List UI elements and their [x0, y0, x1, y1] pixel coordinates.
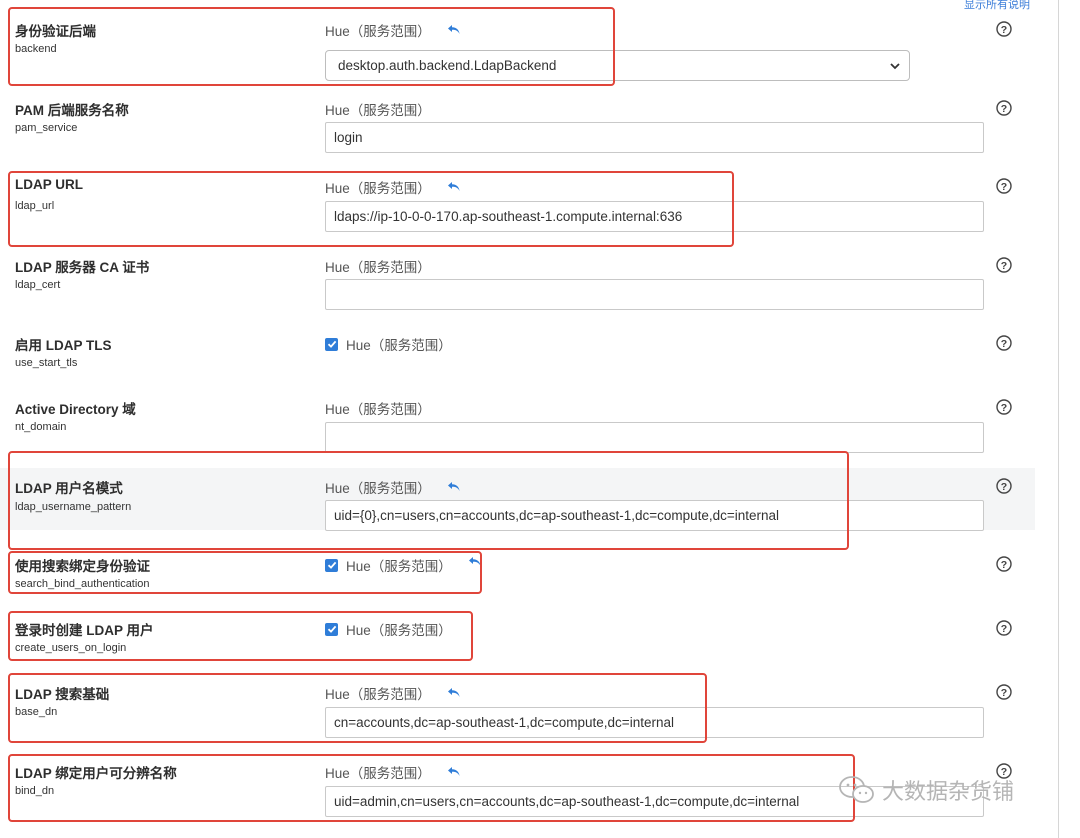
config-label: PAM 后端服务名称	[15, 103, 129, 118]
help-icon[interactable]: ?	[996, 620, 1012, 636]
svg-text:?: ?	[1001, 103, 1007, 115]
help-icon[interactable]: ?	[996, 100, 1012, 116]
backend-select[interactable]: desktop.auth.backend.LdapBackend	[325, 50, 910, 81]
config-label: 使用搜索绑定身份验证	[15, 559, 150, 574]
ldap-url-input[interactable]: ldaps://ip-10-0-0-170.ap-southeast-1.com…	[325, 201, 984, 232]
config-label: LDAP 服务器 CA 证书	[15, 260, 150, 275]
undo-icon[interactable]	[447, 480, 461, 494]
nt-domain-input[interactable]	[325, 422, 984, 453]
config-key: ldap_username_pattern	[15, 501, 132, 513]
undo-icon[interactable]	[447, 23, 461, 37]
scope-label: Hue（服务范围）	[325, 555, 482, 575]
config-key: create_users_on_login	[15, 642, 127, 654]
config-row-ldap-cert: LDAP 服务器 CA 证书 ldap_cert Hue（服务范围） ?	[0, 256, 1035, 321]
config-label: 启用 LDAP TLS	[15, 338, 112, 353]
wechat-icon	[839, 776, 874, 803]
config-key: base_dn	[15, 706, 58, 718]
scope-label: Hue（服务范围）	[325, 177, 461, 197]
watermark: 大数据杂货铺	[838, 774, 1014, 806]
config-key: pam_service	[15, 122, 78, 134]
help-icon[interactable]: ?	[996, 257, 1012, 273]
config-label: LDAP 搜索基础	[15, 687, 110, 702]
config-key: ldap_url	[15, 200, 55, 212]
help-icon[interactable]: ?	[996, 478, 1012, 494]
config-key: bind_dn	[15, 785, 55, 797]
scope-label: Hue（服务范围）	[325, 334, 452, 354]
scope-label: Hue（服务范围）	[325, 683, 461, 703]
help-icon[interactable]: ?	[996, 335, 1012, 351]
svg-text:?: ?	[1001, 623, 1007, 635]
scope-label: Hue（服务范围）	[325, 260, 431, 275]
help-icon[interactable]: ?	[996, 399, 1012, 415]
config-label: LDAP 绑定用户可分辨名称	[15, 766, 177, 781]
pam-service-input[interactable]: login	[325, 122, 984, 153]
config-key: ldap_cert	[15, 279, 61, 291]
undo-icon[interactable]	[447, 765, 461, 779]
svg-text:?: ?	[1001, 181, 1007, 193]
config-label: LDAP URL	[15, 177, 84, 192]
svg-text:?: ?	[1001, 24, 1007, 36]
svg-text:?: ?	[1001, 338, 1007, 350]
checkmark-icon	[327, 625, 336, 633]
config-row-backend: 身份验证后端 backend Hue（服务范围） desktop.auth.ba…	[0, 20, 1035, 81]
config-row-ldap-url: LDAP URL ldap_url Hue（服务范围） ldaps://ip-1…	[0, 177, 1035, 242]
search-bind-authentication-checkbox[interactable]	[325, 558, 338, 572]
scope-label: Hue（服务范围）	[325, 402, 431, 417]
config-row-nt-domain: Active Directory 域 nt_domain Hue（服务范围） ?	[0, 398, 1035, 458]
scrollbar-divider	[1058, 0, 1059, 838]
help-icon[interactable]: ?	[996, 556, 1012, 572]
config-row-ldap-username-pattern: LDAP 用户名模式 ldap_username_pattern Hue（服务范…	[0, 468, 1035, 531]
undo-icon[interactable]	[468, 555, 482, 569]
config-key: backend	[15, 43, 57, 55]
svg-text:?: ?	[1001, 559, 1007, 571]
svg-text:?: ?	[1001, 402, 1007, 414]
scope-label: Hue（服务范围）	[325, 762, 461, 782]
config-key: search_bind_authentication	[15, 578, 150, 590]
config-label: 身份验证后端	[15, 24, 96, 39]
base-dn-input[interactable]: cn=accounts,dc=ap-southeast-1,dc=compute…	[325, 707, 984, 738]
scope-label: Hue（服务范围）	[325, 477, 461, 497]
use-start-tls-checkbox[interactable]	[325, 337, 338, 351]
config-row-use-start-tls: 启用 LDAP TLS use_start_tls Hue（服务范围） ?	[0, 334, 1035, 379]
scope-label: Hue（服务范围）	[325, 103, 431, 118]
config-row-base-dn: LDAP 搜索基础 base_dn Hue（服务范围） cn=accounts,…	[0, 683, 1035, 743]
ldap-cert-input[interactable]	[325, 279, 984, 310]
show-all-descriptions-link[interactable]: 显示所有说明	[964, 0, 1030, 12]
config-label: LDAP 用户名模式	[15, 481, 123, 496]
help-icon[interactable]: ?	[996, 178, 1012, 194]
svg-text:?: ?	[1001, 481, 1007, 493]
config-key: use_start_tls	[15, 357, 78, 369]
undo-icon[interactable]	[447, 180, 461, 194]
svg-text:?: ?	[1001, 260, 1007, 272]
scope-label: Hue（服务范围）	[325, 20, 461, 40]
ldap-username-pattern-input[interactable]: uid={0},cn=users,cn=accounts,dc=ap-south…	[325, 500, 984, 531]
checkmark-icon	[327, 561, 336, 569]
create-users-on-login-checkbox[interactable]	[325, 622, 338, 636]
config-row-search-bind-authentication: 使用搜索绑定身份验证 search_bind_authentication Hu…	[0, 555, 1035, 600]
svg-text:?: ?	[1001, 687, 1007, 699]
scope-label: Hue（服务范围）	[325, 619, 452, 639]
config-label: Active Directory 域	[15, 402, 136, 417]
config-row-pam-service: PAM 后端服务名称 pam_service Hue（服务范围） login ?	[0, 99, 1035, 164]
help-icon[interactable]: ?	[996, 684, 1012, 700]
config-label: 登录时创建 LDAP 用户	[15, 623, 154, 638]
config-row-create-users-on-login: 登录时创建 LDAP 用户 create_users_on_login Hue（…	[0, 619, 1035, 664]
undo-icon[interactable]	[447, 686, 461, 700]
help-icon[interactable]: ?	[996, 21, 1012, 37]
chevron-down-icon	[890, 63, 900, 70]
config-key: nt_domain	[15, 421, 67, 433]
checkmark-icon	[327, 340, 336, 348]
